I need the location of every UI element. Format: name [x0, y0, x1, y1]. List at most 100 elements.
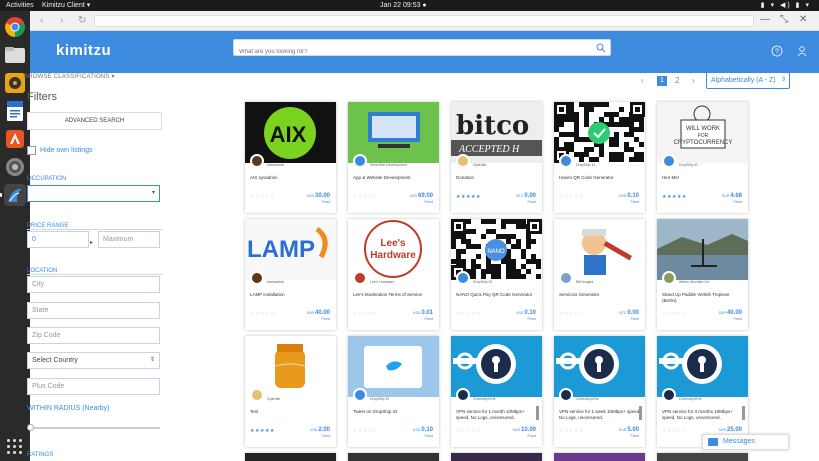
- listing-card[interactable]: Weber Mozolter Art Stand Up Paddle Verlei…: [657, 219, 748, 330]
- listing-title[interactable]: Tweet on DropShip IO: [353, 409, 435, 415]
- listing-card[interactable]: WILL WORK FOR CRYPTOCURRENCY DropShip IO Hir…: [657, 102, 748, 213]
- search-icon[interactable]: [596, 43, 606, 53]
- avatar[interactable]: [250, 154, 264, 168]
- listing-title[interactable]: Haven QR Code Generator: [559, 175, 641, 181]
- listing-owner[interactable]: SilverStar Development: [370, 163, 407, 167]
- reload-icon[interactable]: ↻: [78, 15, 86, 27]
- listing-card[interactable]: NANO DropShip IO NANO Quick Pay QR Code Ge…: [451, 219, 542, 330]
- close-icon[interactable]: ✕: [799, 14, 807, 26]
- listing-owner[interactable]: DropShip IO: [370, 397, 389, 401]
- hide-own-listings-checkbox[interactable]: [27, 146, 36, 155]
- country-select[interactable]: Select Country ⇕: [27, 352, 160, 369]
- listing-card[interactable]: [451, 453, 542, 461]
- avatar[interactable]: [559, 154, 573, 168]
- listing-owner[interactable]: ChemobylVHe: [473, 397, 496, 401]
- page-1-button[interactable]: 1: [657, 76, 667, 86]
- listing-title[interactable]: VPN service for 3 months 10Mbps+ speed, …: [662, 409, 744, 421]
- listing-card[interactable]: BitGangsta Servicios Generales ☆☆☆☆☆ BTC0.0…: [554, 219, 645, 330]
- listing-owner[interactable]: ChemobylVHe: [679, 397, 702, 401]
- avatar[interactable]: [353, 154, 367, 168]
- listing-owner[interactable]: BitGangsta: [576, 280, 593, 284]
- listing-card[interactable]: [348, 453, 439, 461]
- listing-owner[interactable]: kiwiaadmin: [267, 280, 284, 284]
- listing-title[interactable]: Donation: [456, 175, 538, 181]
- occupation-select[interactable]: ▾: [27, 185, 160, 202]
- clock[interactable]: Jan 22 09:53 ●: [380, 0, 427, 11]
- listing-card[interactable]: DropShip IO Tweet on DropShip IO ☆☆☆☆☆ USD0…: [348, 336, 439, 447]
- listing-title[interactable]: LAMP installation: [250, 292, 332, 298]
- radius-slider-handle[interactable]: [27, 424, 34, 431]
- avatar[interactable]: [250, 388, 264, 402]
- listing-owner[interactable]: DropShip IO: [473, 280, 492, 284]
- restore-icon[interactable]: ⤡: [780, 14, 788, 26]
- listing-card[interactable]: ChemobylVHe VPN service for 3 months 10Mb…: [657, 336, 748, 447]
- app-menu[interactable]: Kimitzu Client ▾: [42, 0, 90, 11]
- avatar[interactable]: [353, 388, 367, 402]
- title-scrollbar[interactable]: [742, 406, 745, 420]
- listing-card[interactable]: bitco ACCEPTED H Zijdertikt Donation ★★★★★ BT…: [451, 102, 542, 213]
- hide-own-listings-label[interactable]: Hide own listings: [40, 147, 93, 154]
- forward-icon[interactable]: ›: [60, 15, 63, 27]
- listing-title[interactable]: Stand Up Paddle Verleih Tropisee (Berlin…: [662, 292, 744, 304]
- avatar[interactable]: [456, 154, 470, 168]
- advanced-search-button[interactable]: ADVANCED SEARCH: [27, 112, 162, 130]
- listing-owner[interactable]: kiwiaadmin: [267, 163, 284, 167]
- avatar[interactable]: [662, 154, 676, 168]
- messages-button[interactable]: Messages: [702, 434, 789, 450]
- listing-card[interactable]: Lee's Hardware Lee's Hardware Lee's Moderat…: [348, 219, 439, 330]
- help-icon[interactable]: ?: [771, 45, 783, 57]
- listing-card[interactable]: SilverStar Development App & Website Deve…: [348, 102, 439, 213]
- avatar[interactable]: [456, 271, 470, 285]
- browse-classifications[interactable]: BROWSE CLASSIFICATIONS ▾: [24, 73, 115, 80]
- avatar[interactable]: [662, 271, 676, 285]
- listing-card[interactable]: LAMP kiwiaadmin LAMP installation ☆☆☆☆☆ SUR4…: [245, 219, 336, 330]
- writer-icon[interactable]: [4, 100, 26, 122]
- back-icon[interactable]: ‹: [40, 15, 43, 27]
- files-icon[interactable]: [4, 44, 26, 66]
- next-page-button[interactable]: ›: [692, 76, 695, 86]
- activities-button[interactable]: Activities: [6, 0, 34, 11]
- listing-card[interactable]: ChemobylVHe VPN service for 1 week 10Mbps…: [554, 336, 645, 447]
- listing-owner[interactable]: Zijdertikt: [267, 397, 280, 401]
- avatar[interactable]: [662, 388, 676, 402]
- listing-owner[interactable]: DropShip IO: [576, 163, 595, 167]
- listing-owner[interactable]: DropShip IO: [679, 163, 698, 167]
- user-icon[interactable]: [796, 45, 808, 57]
- plus-code-input[interactable]: Plus Code: [27, 378, 160, 395]
- listing-owner[interactable]: Weber Mozolter Art: [679, 280, 709, 284]
- system-tray[interactable]: ▮ ▾ ◀) ▮ ▾: [761, 0, 811, 11]
- avatar[interactable]: [250, 271, 264, 285]
- page-2-button[interactable]: 2: [675, 76, 679, 86]
- listing-title[interactable]: Servicios Generales: [559, 292, 641, 298]
- sort-select[interactable]: Alphabetically (A - Z) ⇕: [706, 72, 790, 89]
- zip-code-input[interactable]: Zip Code: [27, 327, 160, 344]
- rhythmbox-icon[interactable]: [4, 72, 26, 94]
- listing-title[interactable]: Test: [250, 409, 332, 415]
- listing-owner[interactable]: Zijdertikt: [473, 163, 486, 167]
- listing-title[interactable]: NANO Quick Pay QR Code Generator: [456, 292, 538, 298]
- listing-card[interactable]: [657, 453, 748, 461]
- listing-card[interactable]: [245, 453, 336, 461]
- title-scrollbar[interactable]: [536, 406, 539, 420]
- show-applications-icon[interactable]: [7, 439, 23, 455]
- settings-icon[interactable]: [4, 156, 26, 178]
- listing-card[interactable]: DropShip IO Haven QR Code Generator ☆☆☆☆☆ U…: [554, 102, 645, 213]
- avatar[interactable]: [559, 271, 573, 285]
- state-input[interactable]: State: [27, 302, 160, 319]
- listing-owner[interactable]: ChemobylVHe: [576, 397, 599, 401]
- avatar[interactable]: [559, 388, 573, 402]
- listing-card[interactable]: ChemobylVHe VPN service for 1 month 10Mbp…: [451, 336, 542, 447]
- avatar[interactable]: [456, 388, 470, 402]
- chrome-icon[interactable]: [4, 16, 26, 38]
- listing-title[interactable]: App & Website Development: [353, 175, 435, 181]
- city-input[interactable]: City: [27, 276, 160, 293]
- listing-title[interactable]: AIX sysadmin: [250, 175, 332, 181]
- avatar[interactable]: [353, 271, 367, 285]
- listing-title[interactable]: VPN service for 1 week 10Mbps+ speed, No…: [559, 409, 641, 421]
- url-bar[interactable]: [94, 15, 754, 27]
- site-logo[interactable]: kimitzu: [56, 42, 111, 59]
- price-max-input[interactable]: Maximum: [98, 231, 160, 248]
- listing-owner[interactable]: Lee's Hardware: [370, 280, 394, 284]
- software-center-icon[interactable]: [4, 128, 26, 150]
- price-min-input[interactable]: 0: [27, 231, 89, 248]
